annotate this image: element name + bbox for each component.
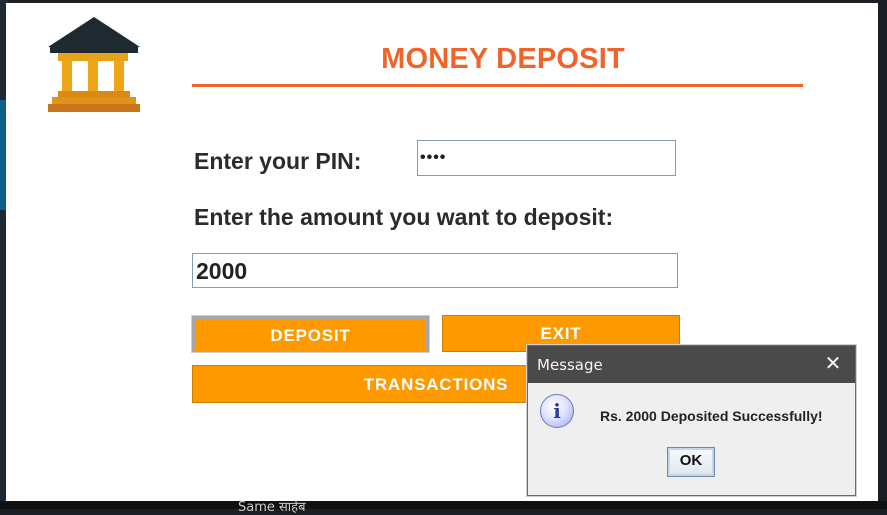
pin-label: Enter your PIN:	[194, 148, 362, 174]
dialog-titlebar[interactable]: Message ✕	[528, 346, 855, 383]
dialog-title: Message	[537, 356, 603, 374]
ok-button[interactable]: OK	[667, 447, 715, 477]
deposit-button[interactable]: DEPOSIT	[191, 315, 430, 353]
title-underline	[192, 84, 803, 87]
pin-field[interactable]: ••••	[417, 140, 676, 176]
dialog-message: Rs. 2000 Deposited Successfully!	[600, 408, 823, 424]
amount-label: Enter the amount you want to deposit:	[194, 204, 614, 230]
message-dialog: Message ✕ i Rs. 2000 Deposited Successfu…	[527, 345, 856, 496]
desktop-bottom	[0, 501, 887, 509]
amount-field[interactable]: 2000	[192, 253, 678, 288]
info-icon: i	[540, 394, 574, 428]
close-icon[interactable]: ✕	[811, 346, 855, 383]
bank-logo-icon	[48, 17, 140, 112]
page-title: MONEY DEPOSIT	[381, 43, 625, 75]
